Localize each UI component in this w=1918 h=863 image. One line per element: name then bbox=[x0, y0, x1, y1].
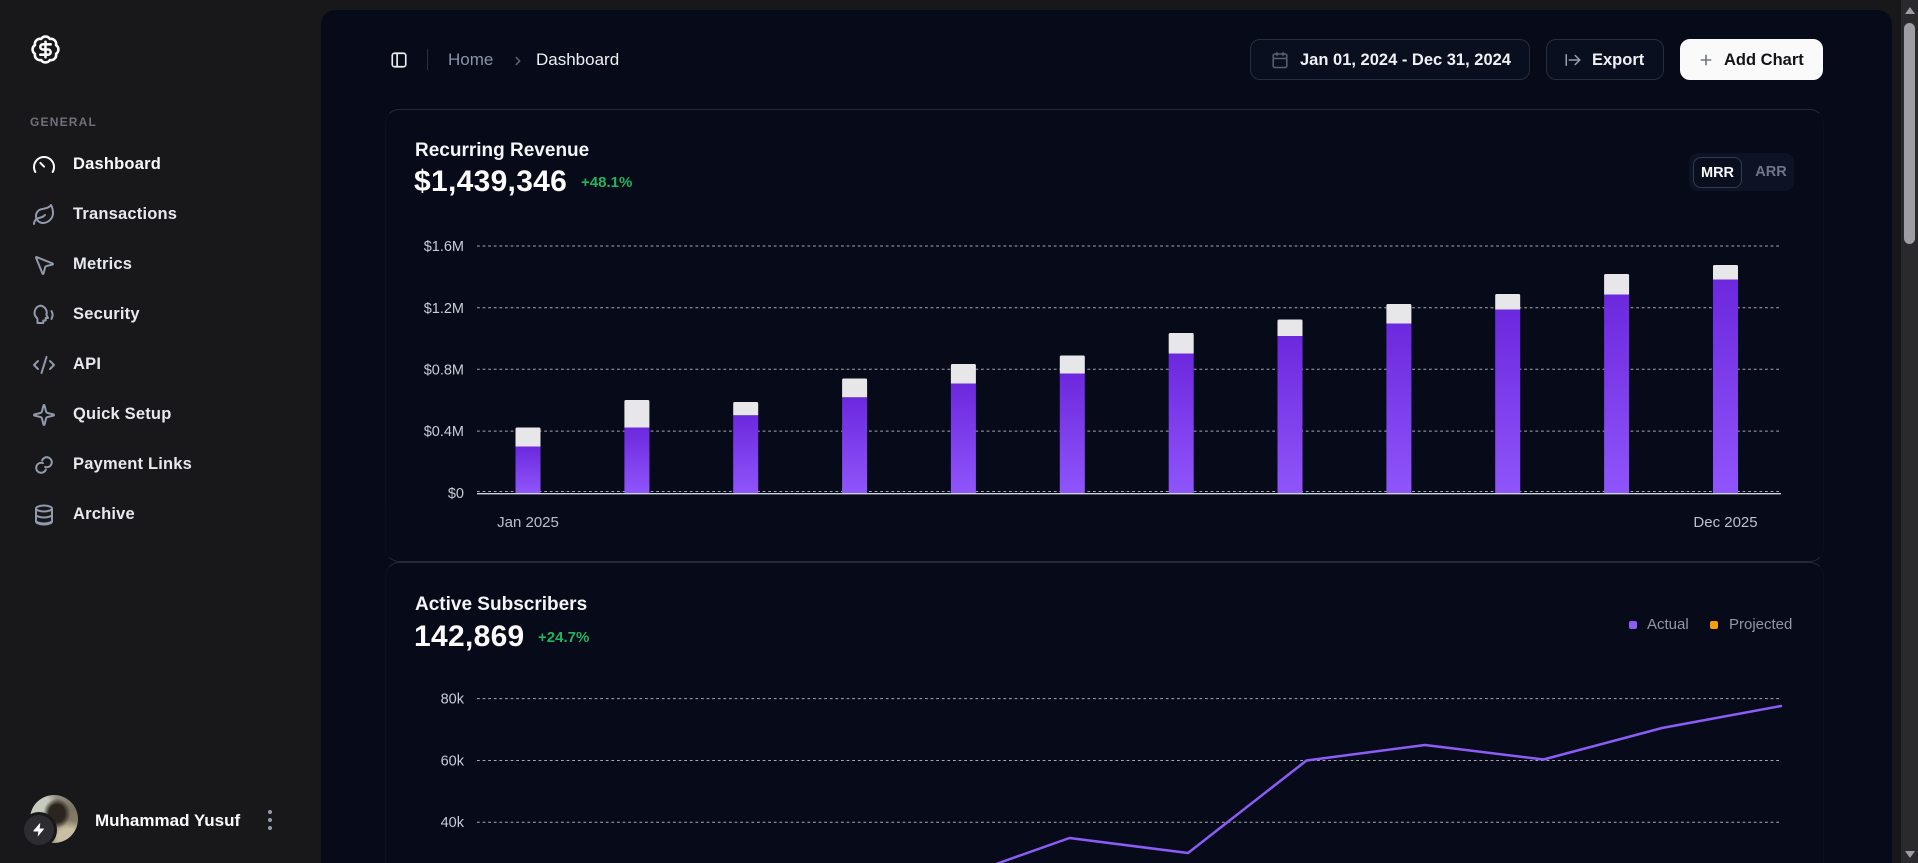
svg-text:$0.4M: $0.4M bbox=[424, 424, 464, 440]
svg-text:60k: 60k bbox=[441, 754, 465, 770]
svg-text:Dec 2025: Dec 2025 bbox=[1693, 514, 1757, 531]
svg-text:40k: 40k bbox=[441, 815, 465, 831]
svg-text:Jan 2025: Jan 2025 bbox=[497, 514, 559, 531]
svg-text:$1.2M: $1.2M bbox=[424, 301, 464, 317]
svg-text:$1.6M: $1.6M bbox=[424, 239, 464, 255]
svg-text:$0: $0 bbox=[448, 486, 464, 502]
svg-text:80k: 80k bbox=[441, 692, 465, 708]
svg-text:$0.8M: $0.8M bbox=[424, 362, 464, 378]
